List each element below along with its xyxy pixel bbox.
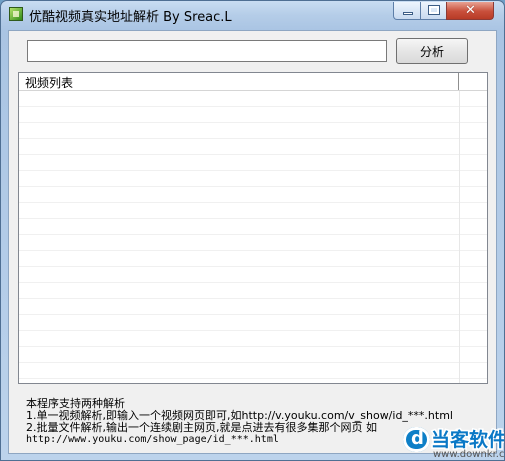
video-url-input[interactable] [27, 40, 387, 62]
list-rows[interactable] [19, 91, 487, 383]
analyze-button[interactable]: 分析 [396, 38, 468, 64]
window-title: 优酷视频真实地址解析 By Sreac.L [29, 10, 232, 25]
main-window: 优酷视频真实地址解析 By Sreac.L ✕ 分析 视频列表 本程序支持两种解… [0, 0, 505, 461]
watermark-text: 当客软件园 [429, 428, 504, 453]
column-guide [459, 91, 460, 383]
column-header-video-list[interactable]: 视频列表 [25, 74, 73, 91]
title-bar[interactable]: 优酷视频真实地址解析 By Sreac.L ✕ [1, 1, 504, 28]
watermark: d 当客软件园 www.downkr.com [403, 425, 505, 460]
list-header[interactable]: 视频列表 [19, 73, 487, 91]
video-list[interactable]: 视频列表 [18, 72, 488, 384]
maximize-button[interactable] [420, 2, 447, 20]
watermark-url: www.downkr.com [433, 449, 505, 460]
watermark-logo-icon: d [403, 427, 430, 452]
close-icon: ✕ [465, 3, 476, 18]
minimize-icon [403, 12, 413, 15]
column-divider[interactable] [458, 73, 459, 90]
app-icon [9, 7, 23, 21]
close-button[interactable]: ✕ [446, 2, 494, 20]
client-area: 分析 视频列表 本程序支持两种解析 1.单一视频解析,即输入一个视频网页即可,如… [8, 30, 497, 454]
maximize-icon [428, 5, 440, 15]
minimize-button[interactable] [393, 2, 421, 20]
